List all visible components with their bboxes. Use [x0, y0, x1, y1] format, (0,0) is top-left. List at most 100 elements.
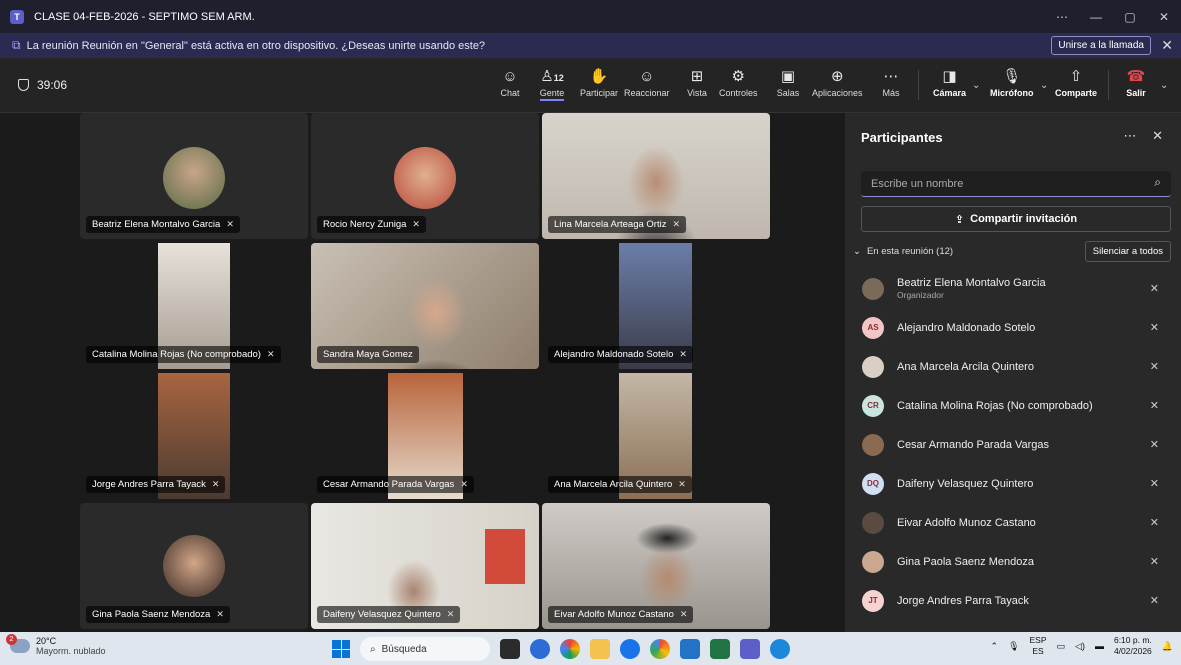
participant-avatar: AS: [862, 316, 884, 339]
close-window-button[interactable]: ✕: [1147, 10, 1181, 24]
more-button[interactable]: ⋯ Más: [878, 66, 904, 98]
grid-icon: ⊞: [690, 68, 704, 85]
apps-button[interactable]: ⊕ Aplicaciones: [812, 66, 863, 98]
participant-name: Alejandro Maldonado Sotelo: [554, 349, 674, 360]
mic-off-icon[interactable]: ✕: [1150, 399, 1159, 412]
participant-row[interactable]: Cesar Armando Parada Vargas ✕: [845, 425, 1181, 464]
participant-row[interactable]: JT Jorge Andres Parra Tayack ✕: [845, 581, 1181, 620]
participant-tile[interactable]: Alejandro Maldonado Sotelo ✕: [542, 243, 770, 369]
mic-off-icon[interactable]: ✕: [1150, 477, 1159, 490]
chrome-icon[interactable]: [650, 639, 670, 659]
participant-tile[interactable]: Sandra Maya Gomez: [311, 243, 539, 369]
mic-button[interactable]: 🎙 Micrófono: [990, 66, 1034, 98]
participant-tile[interactable]: Ana Marcela Arcila Quintero ✕: [542, 373, 770, 499]
participant-tile[interactable]: Beatriz Elena Montalvo Garcia ✕: [80, 113, 308, 239]
network-icon[interactable]: ▭: [1057, 641, 1066, 652]
participant-tile[interactable]: Gina Paola Saenz Mendoza ✕: [80, 503, 308, 629]
copilot-icon[interactable]: [530, 639, 550, 659]
outlook-icon[interactable]: [680, 639, 700, 659]
notification-bell-icon[interactable]: 🔔: [1162, 641, 1173, 652]
cloud-icon: 2: [6, 634, 30, 653]
participant-row[interactable]: CR Catalina Molina Rojas (No comprobado) ✕: [845, 386, 1181, 425]
participant-row[interactable]: Eivar Adolfo Munoz Castano ✕: [845, 503, 1181, 542]
participant-info: Ana Marcela Arcila Quintero: [897, 361, 1034, 373]
edge-icon[interactable]: [620, 639, 640, 659]
share-button[interactable]: ⇧ Comparte: [1055, 66, 1097, 98]
meeting-toolbar: 39:06 ☺ Chat ♙12 Gente ✋ Participar ☺ Reacci…: [0, 58, 1181, 113]
participant-tile[interactable]: Catalina Molina Rojas (No comprobado) ✕: [80, 243, 308, 369]
teams-icon[interactable]: [740, 639, 760, 659]
participant-info: Jorge Andres Parra Tayack: [897, 595, 1029, 607]
mic-off-icon[interactable]: ✕: [1150, 321, 1159, 334]
chat-button[interactable]: ☺ Chat: [497, 66, 523, 98]
clock[interactable]: 6:10 p. m. 4/02/2026: [1114, 635, 1152, 657]
file-explorer-icon[interactable]: [590, 639, 610, 659]
close-banner-icon[interactable]: ✕: [1161, 37, 1173, 54]
search-participants-input[interactable]: Escribe un nombre ⌕: [861, 171, 1171, 197]
participant-name: Sandra Maya Gomez: [323, 349, 413, 360]
task-view-icon[interactable]: [500, 639, 520, 659]
restore-button[interactable]: ▢: [1113, 10, 1147, 24]
battery-icon[interactable]: ▬: [1095, 641, 1104, 651]
panel-title: Participantes: [861, 130, 943, 145]
photos-icon[interactable]: [560, 639, 580, 659]
leave-button[interactable]: ☎ Salir: [1123, 66, 1149, 98]
join-call-button[interactable]: Unirse a la llamada: [1051, 36, 1151, 55]
in-meeting-section-toggle[interactable]: ⌄ En esta reunión (12): [853, 246, 953, 257]
participant-row[interactable]: Gina Paola Saenz Mendoza ✕: [845, 542, 1181, 581]
more-options-icon[interactable]: ⋯: [1045, 10, 1079, 24]
participant-tile[interactable]: Jorge Andres Parra Tayack ✕: [80, 373, 308, 499]
participant-tile[interactable]: Daifeny Velasquez Quintero ✕: [311, 503, 539, 629]
chevron-up-icon[interactable]: ⌃: [991, 641, 999, 652]
weather-widget[interactable]: 2 20°C Mayorm. nublado: [6, 634, 106, 656]
timer-text: 39:06: [37, 78, 68, 92]
participant-row[interactable]: Beatriz Elena Montalvo Garcia Organizador…: [845, 269, 1181, 308]
participant-row[interactable]: Ana Marcela Arcila Quintero ✕: [845, 347, 1181, 386]
participant-name-tag: Catalina Molina Rojas (No comprobado) ✕: [86, 346, 281, 363]
view-button[interactable]: ⊞ Vista: [684, 66, 710, 98]
taskbar-apps: ⌕ Búsqueda: [332, 637, 790, 661]
start-button[interactable]: [332, 640, 350, 658]
mic-off-icon[interactable]: ✕: [1150, 555, 1159, 568]
camera-chevron-icon[interactable]: ⌄: [972, 80, 980, 91]
participate-button[interactable]: ✋ Participar: [580, 66, 618, 98]
browser-icon[interactable]: [770, 639, 790, 659]
mute-all-button[interactable]: Silenciar a todos: [1084, 241, 1171, 262]
mic-tray-icon[interactable]: 🎙: [1008, 641, 1019, 652]
participant-tile[interactable]: Rocio Nercy Zuniga ✕: [311, 113, 539, 239]
people-icon: ♙12: [540, 68, 564, 85]
people-button[interactable]: ♙12 Gente: [539, 66, 565, 101]
volume-icon[interactable]: ◁): [1075, 641, 1085, 652]
mic-off-icon[interactable]: ✕: [1150, 282, 1159, 295]
window-title: CLASE 04-FEB-2026 - SEPTIMO SEM ARM.: [34, 10, 255, 23]
participant-tile[interactable]: Cesar Armando Parada Vargas ✕: [311, 373, 539, 499]
camera-button[interactable]: ◨ Cámara: [933, 66, 966, 98]
excel-icon[interactable]: [710, 639, 730, 659]
panel-more-icon[interactable]: ⋯: [1123, 128, 1138, 143]
participant-tile[interactable]: Lina Marcela Arteaga Ortiz ✕: [542, 113, 770, 239]
panel-close-icon[interactable]: ✕: [1152, 128, 1165, 143]
taskbar-search[interactable]: ⌕ Búsqueda: [360, 637, 490, 661]
windows-taskbar: 2 20°C Mayorm. nublado ⌕ Búsqueda ⌃ 🎙 ESP…: [0, 632, 1181, 665]
minimize-button[interactable]: —: [1079, 10, 1113, 24]
controls-button[interactable]: ⚙ Controles: [719, 66, 758, 98]
participant-tile[interactable]: Eivar Adolfo Munoz Castano ✕: [542, 503, 770, 629]
mic-off-icon[interactable]: ✕: [1150, 360, 1159, 373]
rooms-icon: ▣: [780, 68, 796, 85]
mic-chevron-icon[interactable]: ⌄: [1040, 80, 1048, 91]
mic-off-icon[interactable]: ✕: [1150, 438, 1159, 451]
participant-avatar: [163, 535, 225, 597]
leave-chevron-icon[interactable]: ⌄: [1160, 80, 1168, 91]
share-invite-button[interactable]: ⇪ Compartir invitación: [861, 206, 1171, 232]
language-indicator[interactable]: ESP ES: [1030, 635, 1047, 657]
participant-row[interactable]: DQ Daifeny Velasquez Quintero ✕: [845, 464, 1181, 503]
participant-row[interactable]: AS Alejandro Maldonado Sotelo ✕: [845, 308, 1181, 347]
react-button[interactable]: ☺ Reaccionar: [624, 66, 670, 98]
rooms-button[interactable]: ▣ Salas: [775, 66, 801, 98]
mic-off-icon[interactable]: ✕: [1150, 516, 1159, 529]
chat-label: Chat: [500, 88, 520, 98]
mic-off-icon[interactable]: ✕: [1150, 594, 1159, 607]
participant-name-tag: Jorge Andres Parra Tayack ✕: [86, 476, 226, 493]
participant-name: Jorge Andres Parra Tayack: [92, 479, 206, 490]
mic-off-icon: ✕: [679, 349, 687, 359]
